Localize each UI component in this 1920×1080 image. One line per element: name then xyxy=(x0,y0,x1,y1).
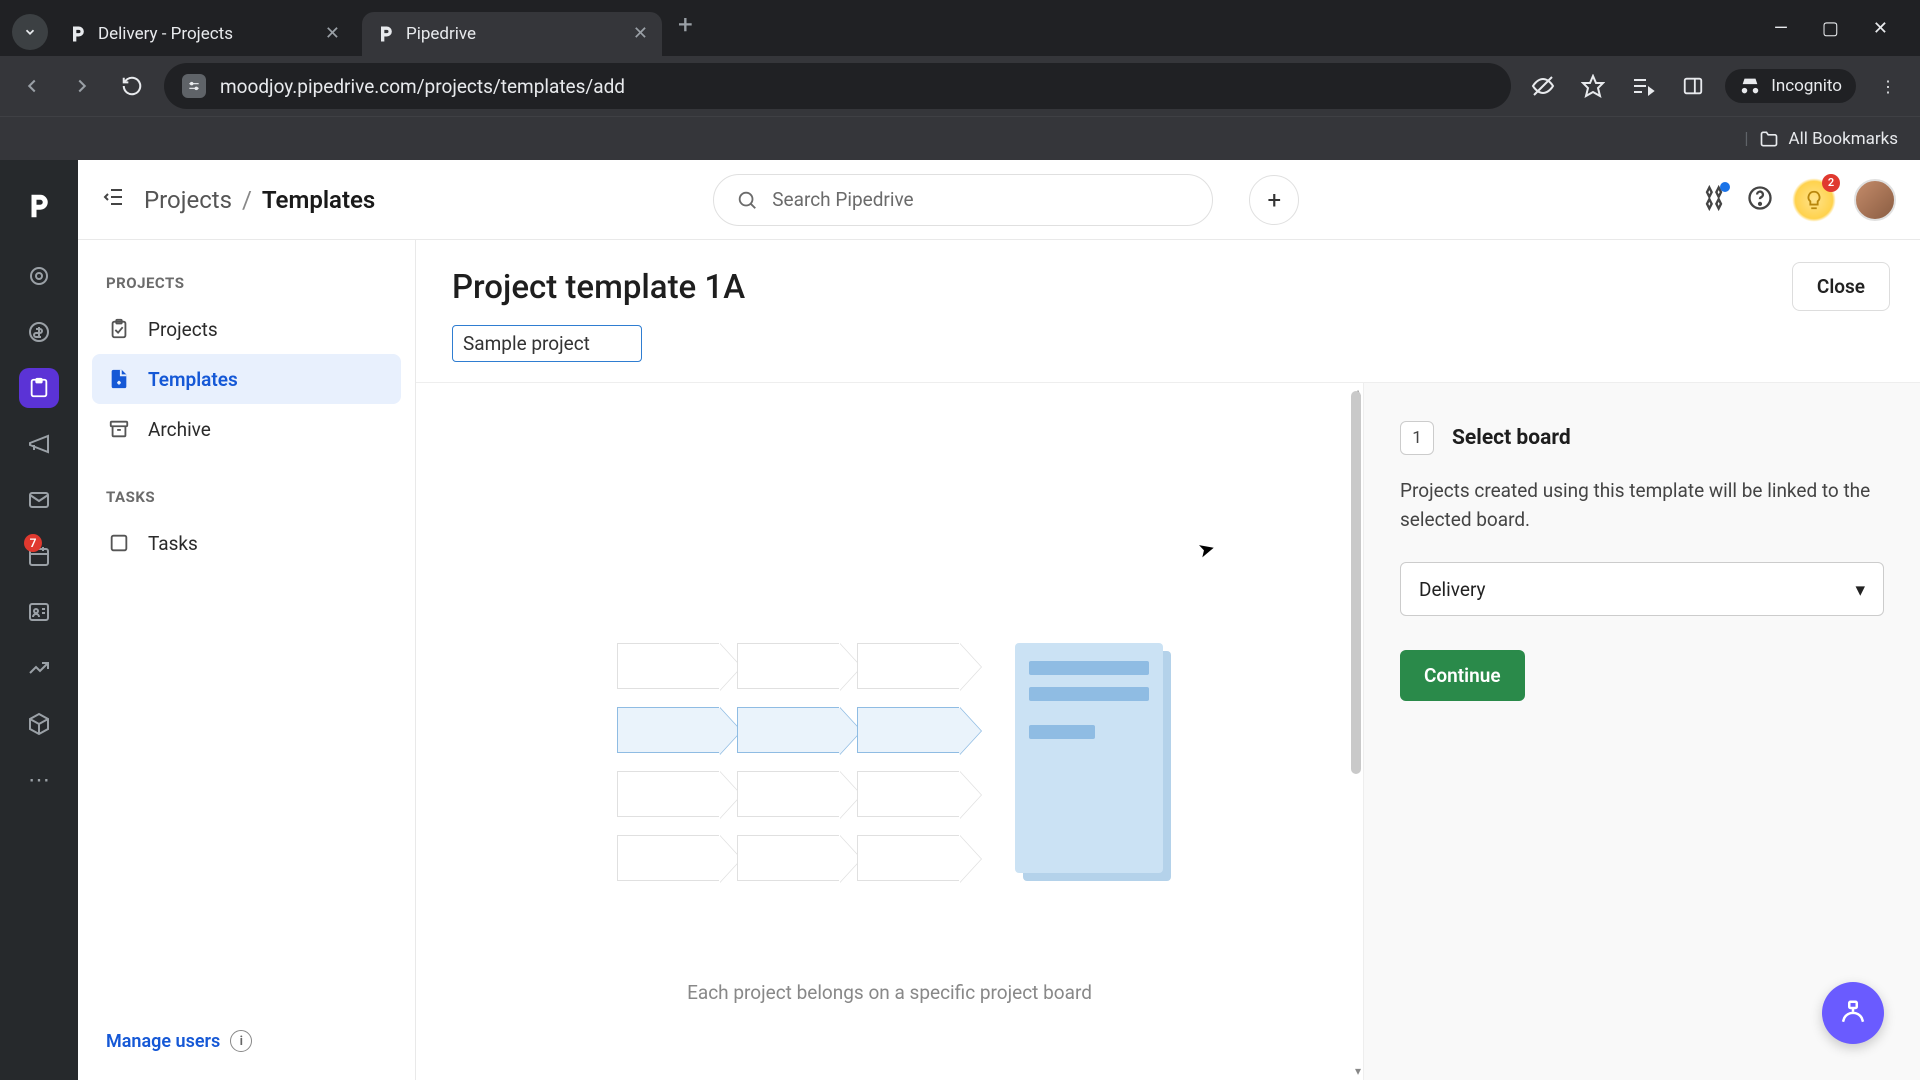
breadcrumb-root[interactable]: Projects xyxy=(144,186,232,214)
nav-item-templates[interactable]: Templates xyxy=(92,354,401,404)
app-side-rail: 7 ⋯ xyxy=(0,160,78,1080)
reload-button[interactable] xyxy=(114,68,150,104)
breadcrumb: Projects / Templates xyxy=(144,186,375,214)
pipedrive-favicon-icon xyxy=(376,24,396,44)
preview-caption: Each project belongs on a specific proje… xyxy=(687,981,1092,1004)
browser-toolbar: moodjoy.pipedrive.com/projects/templates… xyxy=(0,56,1920,116)
tab-title: Delivery - Projects xyxy=(98,24,233,44)
back-button[interactable] xyxy=(14,68,50,104)
chevron-down-icon: ▾ xyxy=(1855,578,1865,601)
quick-add-button[interactable]: + xyxy=(1249,175,1299,225)
pipedrive-favicon-icon xyxy=(68,24,88,44)
bookmark-star-icon[interactable] xyxy=(1575,68,1611,104)
help-icon[interactable] xyxy=(1746,184,1774,216)
scrollbar[interactable]: ▴ ▾ xyxy=(1349,383,1363,1080)
nav-label: Templates xyxy=(148,368,238,391)
board-select[interactable]: Delivery ▾ xyxy=(1400,562,1884,616)
template-editor: Project template 1A Close ▴ ▾ ➤ xyxy=(416,240,1920,1080)
nav-section-tasks: TASKS xyxy=(92,480,401,518)
incognito-chip[interactable]: Incognito xyxy=(1725,69,1856,103)
manage-users-link[interactable]: Manage users xyxy=(106,1031,220,1052)
sales-assistant-icon[interactable]: 2 xyxy=(1792,178,1836,222)
task-icon xyxy=(106,530,132,556)
rail-item-contacts[interactable] xyxy=(16,584,62,640)
rail-item-activities[interactable]: 7 xyxy=(16,528,62,584)
eye-off-icon[interactable] xyxy=(1525,68,1561,104)
continue-button[interactable]: Continue xyxy=(1400,650,1525,701)
rail-item-mail[interactable] xyxy=(16,472,62,528)
sidepanel-icon[interactable] xyxy=(1675,68,1711,104)
collapse-sidebar-icon[interactable] xyxy=(102,185,126,215)
kebab-menu-icon[interactable]: ⋮ xyxy=(1870,68,1906,104)
tab-search-button[interactable] xyxy=(12,14,48,50)
incognito-label: Incognito xyxy=(1771,76,1842,96)
browser-tab-strip: Delivery - Projects ✕ Pipedrive ✕ + — ▢ … xyxy=(0,0,1920,56)
template-title[interactable]: Project template 1A xyxy=(452,268,1884,307)
nav-section-projects: PROJECTS xyxy=(92,266,401,304)
folder-icon xyxy=(1759,129,1779,149)
select-value: Delivery xyxy=(1419,578,1486,601)
address-bar[interactable]: moodjoy.pipedrive.com/projects/templates… xyxy=(164,63,1511,109)
minimize-icon[interactable]: — xyxy=(1774,18,1788,39)
notification-badge: 7 xyxy=(24,534,42,552)
nav-label: Archive xyxy=(148,418,211,441)
playlist-icon[interactable] xyxy=(1625,68,1661,104)
board-illustration xyxy=(617,643,1163,881)
pipedrive-logo-icon[interactable] xyxy=(16,176,62,236)
rail-item-campaigns[interactable] xyxy=(16,416,62,472)
breadcrumb-current: Templates xyxy=(262,186,375,214)
app-top-bar: Projects / Templates Search Pipedrive + xyxy=(78,160,1920,240)
template-icon xyxy=(106,366,132,392)
close-window-icon[interactable]: ✕ xyxy=(1873,18,1888,39)
rail-item-insights[interactable] xyxy=(16,640,62,696)
search-placeholder: Search Pipedrive xyxy=(772,188,913,211)
step-title: Select board xyxy=(1452,426,1571,450)
rail-item-deals[interactable] xyxy=(16,304,62,360)
sales-assistant-badge: 2 xyxy=(1822,174,1840,192)
browser-tab-0[interactable]: Delivery - Projects ✕ xyxy=(54,12,354,56)
user-avatar[interactable] xyxy=(1854,179,1896,221)
new-tab-button[interactable]: + xyxy=(662,10,709,46)
clipboard-check-icon xyxy=(106,316,132,342)
info-icon[interactable]: i xyxy=(230,1030,252,1052)
bookmarks-bar: | All Bookmarks xyxy=(0,116,1920,160)
tag-input[interactable] xyxy=(452,325,642,362)
maximize-icon[interactable]: ▢ xyxy=(1822,18,1839,39)
all-bookmarks-link[interactable]: All Bookmarks xyxy=(1789,129,1898,149)
archive-icon xyxy=(106,416,132,442)
secondary-nav-panel: PROJECTS Projects Templates xyxy=(78,240,416,1080)
marketplace-icon[interactable] xyxy=(1700,184,1728,216)
breadcrumb-sep: / xyxy=(242,186,252,214)
rail-item-projects[interactable] xyxy=(16,360,62,416)
step-description: Projects created using this template wil… xyxy=(1400,477,1884,534)
nav-label: Tasks xyxy=(148,532,198,555)
rail-item-products[interactable] xyxy=(16,696,62,752)
site-info-icon[interactable] xyxy=(182,74,206,98)
nav-item-projects[interactable]: Projects xyxy=(92,304,401,354)
step-number: 1 xyxy=(1400,421,1434,455)
nav-item-tasks[interactable]: Tasks xyxy=(92,518,401,568)
global-search[interactable]: Search Pipedrive xyxy=(713,174,1213,226)
nav-item-archive[interactable]: Archive xyxy=(92,404,401,454)
bookmarks-separator: | xyxy=(1744,129,1748,149)
close-icon[interactable]: ✕ xyxy=(325,25,340,43)
close-button[interactable]: Close xyxy=(1792,262,1890,311)
browser-tab-1[interactable]: Pipedrive ✕ xyxy=(362,12,662,56)
wizard-panel: 1 Select board Projects created using th… xyxy=(1364,383,1920,1080)
rail-item-more[interactable]: ⋯ xyxy=(16,752,62,808)
close-icon[interactable]: ✕ xyxy=(633,25,648,43)
template-preview-pane: ▴ ▾ ➤ xyxy=(416,383,1364,1080)
forward-button[interactable] xyxy=(64,68,100,104)
search-icon xyxy=(736,189,758,211)
knowledge-base-fab[interactable] xyxy=(1822,982,1884,1044)
url-text: moodjoy.pipedrive.com/projects/templates… xyxy=(220,75,625,98)
tab-title: Pipedrive xyxy=(406,24,476,44)
nav-label: Projects xyxy=(148,318,218,341)
rail-item-leads[interactable] xyxy=(16,248,62,304)
